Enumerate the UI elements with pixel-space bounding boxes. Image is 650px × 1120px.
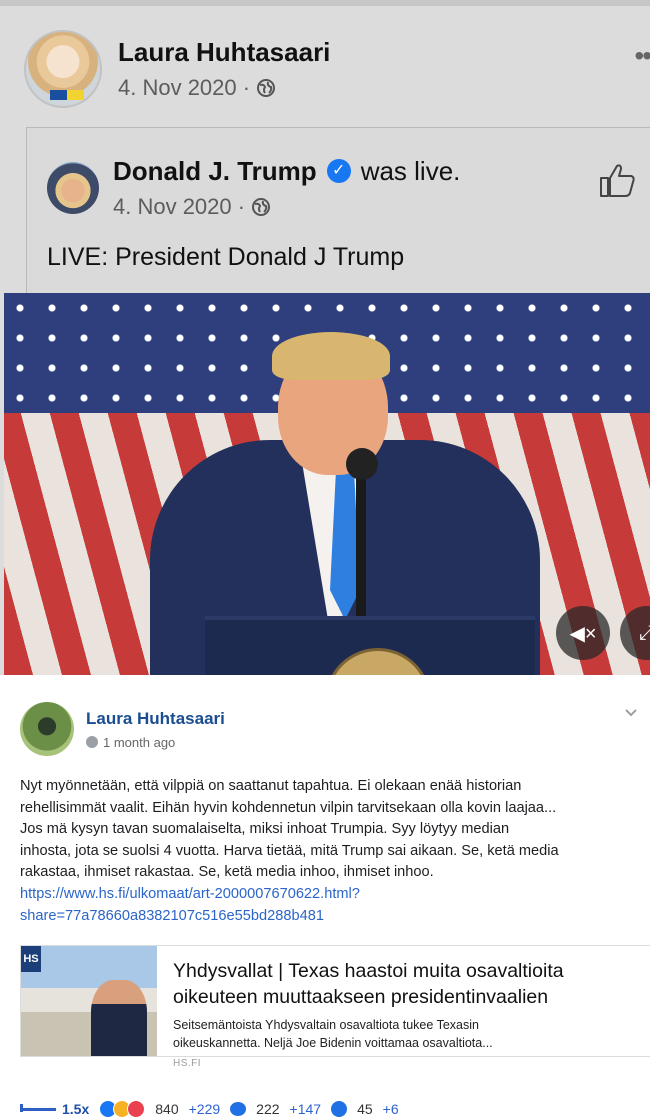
link-desc-line: Seitsemäntoista Yhdysvaltain osavaltiota…: [173, 1018, 479, 1032]
more-options-icon[interactable]: ••: [634, 40, 650, 72]
mute-icon[interactable]: ◀×: [556, 606, 610, 660]
link-title-line: oikeuteen muuttaakseen presidentinvaalie…: [173, 986, 549, 1008]
post2-author-name[interactable]: Laura Huhtasaari: [86, 709, 225, 729]
chevron-down-icon[interactable]: [624, 706, 638, 720]
post-date-text[interactable]: 4. Nov 2020 ·: [118, 75, 250, 101]
comment-delta: +147: [289, 1101, 322, 1117]
post2-avatar[interactable]: [20, 702, 74, 756]
shared-date: 4. Nov 2020 ·: [113, 194, 460, 220]
post2-line: Jos mä kysyn tavan suomalaiselta, miksi …: [20, 821, 510, 838]
link-description: Seitsemäntoista Yhdysvaltain osavaltiota…: [173, 1016, 643, 1052]
shared-author-line: Donald J. Trump ✓ was live.: [113, 156, 460, 186]
post2-body: Nyt myönnetään, että vilppiä on saattanu…: [20, 776, 640, 927]
post2-line: inhosta, jota se suolsi 4 vuotta. Harva …: [20, 842, 559, 859]
link-title-line: Yhdysvallat | Texas haastoi muita osaval…: [173, 960, 564, 982]
share-delta: +6: [382, 1101, 399, 1117]
article-link-cont[interactable]: share=77a78660a8382107c516e55bd288b481: [20, 906, 640, 928]
post2-meta: Laura Huhtasaari 1 month ago: [86, 709, 225, 750]
link-thumbnail: HS: [21, 946, 157, 1056]
shared-date-text[interactable]: 4. Nov 2020 ·: [113, 194, 245, 220]
post-date: 4. Nov 2020 ·: [118, 75, 330, 101]
post2-header: Laura Huhtasaari 1 month ago: [20, 702, 225, 756]
post-header: Laura Huhtasaari 4. Nov 2020 ·: [24, 30, 330, 108]
globe-icon: [252, 198, 271, 216]
shared-avatar[interactable]: [47, 162, 99, 214]
shared-meta: Donald J. Trump ✓ was live. 4. Nov 2020 …: [113, 156, 460, 220]
shared-author-name[interactable]: Donald J. Trump: [113, 156, 317, 186]
comment-icon[interactable]: [230, 1102, 247, 1116]
live-video-title: LIVE: President Donald J Trump: [47, 243, 405, 271]
share-icon[interactable]: [331, 1101, 348, 1117]
link-source: HS.FI: [173, 1058, 202, 1069]
post2-line: Nyt myönnetään, että vilppiä on saattanu…: [20, 778, 522, 794]
article-link[interactable]: https://www.hs.fi/ulkomaat/art-200000767…: [20, 884, 640, 906]
speed-line-icon: [20, 1103, 56, 1112]
link-text: Yhdysvallat | Texas haastoi muita osaval…: [173, 958, 643, 1069]
link-preview-card[interactable]: HS Yhdysvallat | Texas haastoi muita osa…: [20, 945, 650, 1069]
share-count: 45: [357, 1101, 373, 1117]
post2-time: 1 month ago: [86, 735, 225, 750]
clock-icon: [86, 736, 98, 748]
microphone-icon: [346, 448, 378, 480]
angry-reaction-icon: [127, 1100, 146, 1118]
post2-line: rehellisimmät vaalit. Eihän hyvin kohden…: [20, 799, 557, 816]
verified-badge-icon: ✓: [326, 159, 351, 183]
avatar-badge: [50, 90, 84, 100]
comment-count: 222: [256, 1101, 280, 1117]
facebook-share-screenshot: Laura Huhtasaari 4. Nov 2020 · •• Donald…: [0, 0, 650, 675]
reaction-icons[interactable]: [99, 1100, 146, 1118]
link-title[interactable]: Yhdysvallat | Texas haastoi muita osaval…: [173, 958, 643, 1010]
hs-logo: HS: [21, 946, 41, 972]
post2-line: rakastaa, ihmiset rakastaa. Se, ketä med…: [20, 864, 434, 881]
reaction-delta: +229: [188, 1101, 221, 1117]
link-desc-line: oikeuskannetta. Neljä Joe Bidenin voitta…: [173, 1036, 493, 1050]
globe-icon: [257, 79, 276, 97]
author-name[interactable]: Laura Huhtasaari: [118, 37, 330, 67]
speed-value: 1.5x: [62, 1101, 90, 1117]
top-border: [0, 0, 650, 6]
shared-post-header: Donald J. Trump ✓ was live. 4. Nov 2020 …: [47, 156, 460, 220]
reaction-count: 840: [155, 1101, 179, 1117]
shared-post: Donald J. Trump ✓ was live. 4. Nov 2020 …: [26, 127, 650, 299]
live-status-text: was live.: [360, 156, 461, 186]
engagement-stats: 1.5x 840 +229 222 +147 45 +6: [20, 1100, 399, 1118]
speaker-hair: [272, 332, 390, 380]
post2-time-text[interactable]: 1 month ago: [103, 735, 175, 750]
avatar[interactable]: [24, 30, 102, 108]
like-page-icon[interactable]: [597, 160, 637, 200]
thumbnail-person: [91, 980, 147, 1056]
speed-indicator: 1.5x: [20, 1101, 89, 1117]
post-meta: Laura Huhtasaari 4. Nov 2020 ·: [118, 37, 330, 101]
